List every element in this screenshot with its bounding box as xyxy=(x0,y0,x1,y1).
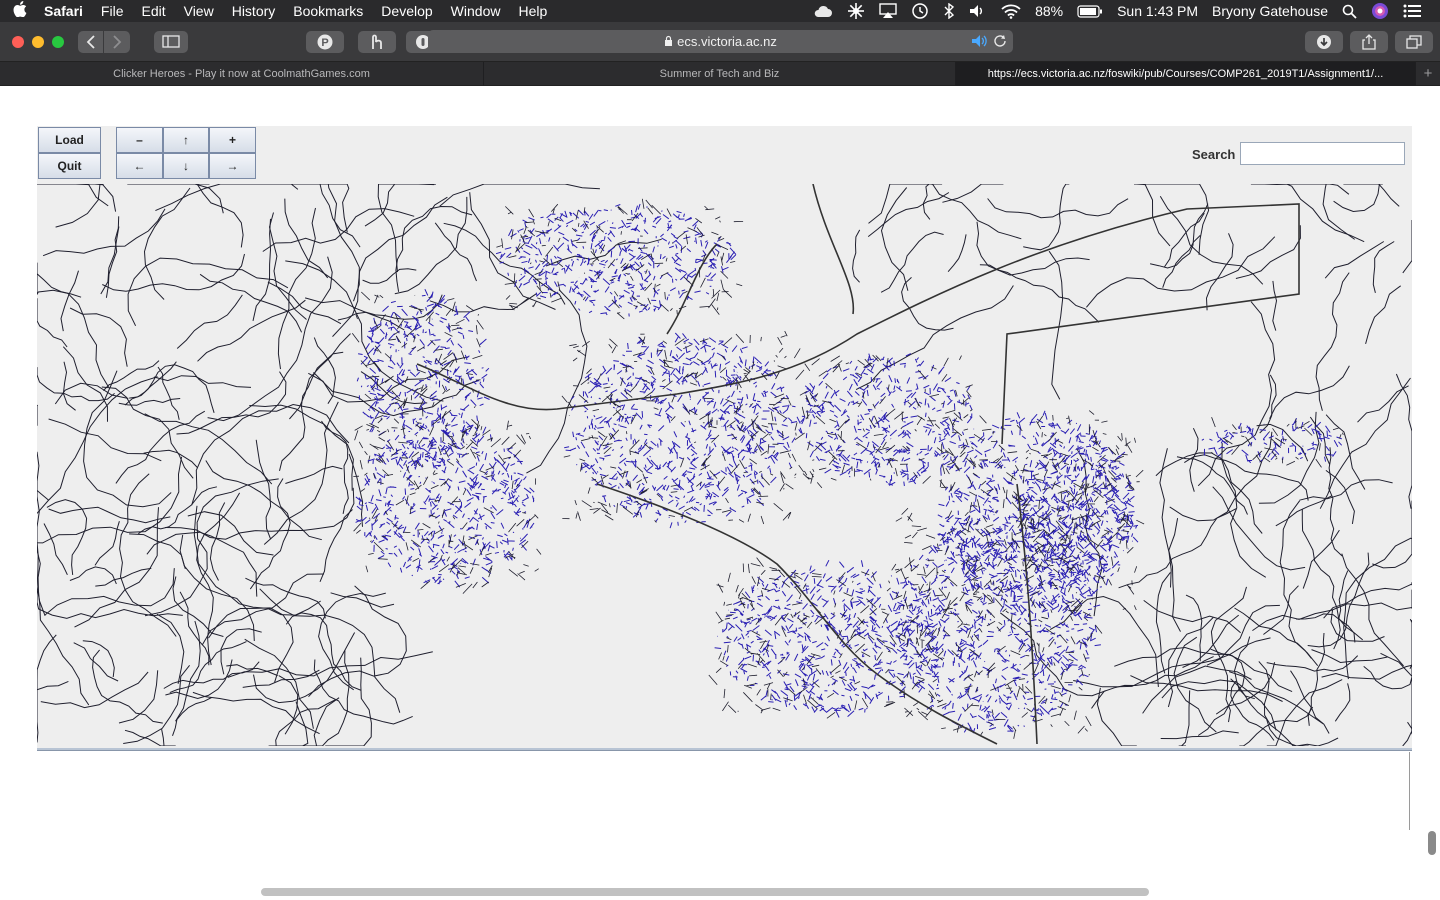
pinterest-icon: P xyxy=(317,34,333,49)
download-icon xyxy=(1317,35,1331,49)
show-all-tabs-button[interactable] xyxy=(1395,31,1433,53)
battery-icon[interactable] xyxy=(1070,0,1110,22)
airplay-icon[interactable] xyxy=(872,0,904,22)
page-content: Load Quit – ↑ + ← ↓ → Search xyxy=(0,86,1440,900)
close-window-button[interactable] xyxy=(12,35,24,48)
share-button[interactable] xyxy=(1350,31,1388,53)
pinterest-extension-button[interactable]: P xyxy=(306,30,344,53)
pan-down-button[interactable]: ↓ xyxy=(163,153,209,179)
time-machine-icon[interactable] xyxy=(904,0,936,22)
icloud-icon[interactable] xyxy=(806,0,840,22)
menubar-user[interactable]: Bryony Gatehouse xyxy=(1205,0,1335,22)
pan-left-button[interactable]: ← xyxy=(116,153,163,179)
share-icon xyxy=(1362,34,1376,50)
zoom-in-button[interactable]: + xyxy=(209,127,256,153)
horizontal-scrollbar[interactable] xyxy=(261,888,1149,896)
wifi-icon[interactable] xyxy=(994,0,1028,22)
sun-burst-icon[interactable] xyxy=(840,0,872,22)
lock-icon xyxy=(664,35,673,49)
menu-window[interactable]: Window xyxy=(442,0,510,22)
sidebar-toggle-button[interactable] xyxy=(154,30,188,53)
menu-develop[interactable]: Develop xyxy=(372,0,441,22)
tab-bar: Clicker Heroes - Play it now at Coolmath… xyxy=(0,61,1440,86)
audio-playing-icon[interactable] xyxy=(971,34,989,51)
tab-assignment-active[interactable]: https://ecs.victoria.ac.nz/foswiki/pub/C… xyxy=(956,62,1416,86)
menu-help[interactable]: Help xyxy=(509,0,556,22)
road-network-map[interactable] xyxy=(37,184,1412,746)
spotlight-search-icon[interactable] xyxy=(1335,0,1364,22)
forward-button[interactable] xyxy=(104,30,130,53)
pan-up-button[interactable]: ↑ xyxy=(163,127,209,153)
svg-text:P: P xyxy=(321,37,328,49)
search-label: Search xyxy=(1192,147,1236,162)
window-controls xyxy=(12,35,64,48)
url-text: ecs.victoria.ac.nz xyxy=(677,34,777,49)
chevron-left-icon xyxy=(86,34,95,49)
bluetooth-icon[interactable] xyxy=(936,0,962,22)
pan-right-button[interactable]: → xyxy=(209,153,256,179)
menu-edit[interactable]: Edit xyxy=(132,0,174,22)
browser-toolbar: P ecs.victoria.ac.nz xyxy=(0,22,1440,61)
map-roads xyxy=(37,184,1412,746)
navigation-buttons xyxy=(78,30,130,53)
battery-percent: 88% xyxy=(1035,3,1064,19)
new-tab-button[interactable]: + xyxy=(1416,62,1440,86)
honey-icon xyxy=(372,34,382,49)
honey-extension-button[interactable] xyxy=(358,30,396,53)
search-input[interactable] xyxy=(1240,142,1405,165)
zoom-out-button[interactable]: – xyxy=(116,127,163,153)
vertical-scrollbar[interactable] xyxy=(1428,831,1436,855)
macos-menu-bar: Safari File Edit View History Bookmarks … xyxy=(0,0,1440,22)
back-button[interactable] xyxy=(78,30,104,53)
chevron-right-icon xyxy=(113,34,122,49)
menu-view[interactable]: View xyxy=(175,0,223,22)
tab-summer-of-tech[interactable]: Summer of Tech and Biz xyxy=(484,62,956,86)
reload-icon[interactable] xyxy=(993,34,1007,51)
siri-icon[interactable] xyxy=(1364,0,1396,22)
zoom-window-button[interactable] xyxy=(52,35,64,48)
notification-center-icon[interactable] xyxy=(1396,0,1428,22)
menu-app-safari[interactable]: Safari xyxy=(40,0,92,22)
downloads-button[interactable] xyxy=(1305,31,1343,53)
minimize-window-button[interactable] xyxy=(32,35,44,48)
menu-history[interactable]: History xyxy=(223,0,285,22)
menu-bookmarks[interactable]: Bookmarks xyxy=(284,0,372,22)
quit-button[interactable]: Quit xyxy=(38,153,101,179)
sidebar-icon xyxy=(162,35,180,48)
tab-clicker-heroes[interactable]: Clicker Heroes - Play it now at Coolmath… xyxy=(0,62,484,86)
java-map-applet: Load Quit – ↑ + ← ↓ → Search xyxy=(37,126,1412,750)
menubar-clock[interactable]: Sun 1:43 PM xyxy=(1110,0,1205,22)
load-button[interactable]: Load xyxy=(38,127,101,153)
output-area-border xyxy=(1409,752,1410,830)
split-pane-divider[interactable] xyxy=(37,748,1412,751)
menu-file[interactable]: File xyxy=(92,0,133,22)
volume-icon[interactable] xyxy=(962,0,994,22)
apple-menu-icon[interactable] xyxy=(0,1,40,21)
tabs-overview-icon xyxy=(1406,35,1422,49)
address-bar[interactable]: ecs.victoria.ac.nz xyxy=(428,30,1013,53)
